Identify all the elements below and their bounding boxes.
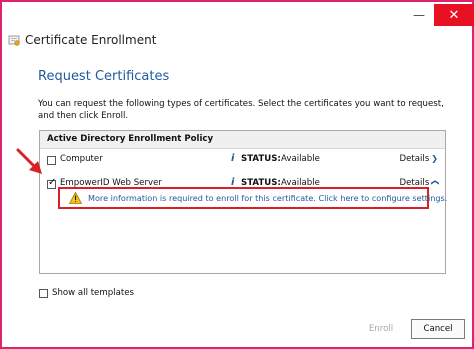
show-all-templates-checkbox[interactable] — [39, 289, 48, 298]
wizard-header: Certificate Enrollment — [8, 33, 156, 47]
enrollment-policy-panel: Active Directory Enrollment Policy Compu… — [39, 130, 447, 274]
details-toggle-computer[interactable]: Details ❯ — [400, 154, 439, 164]
status-label: STATUS: — [241, 154, 281, 164]
configure-settings-link[interactable]: More information is required to enroll f… — [88, 193, 447, 203]
chevron-up-icon: ❯ — [430, 179, 440, 186]
computer-checkbox[interactable] — [47, 156, 56, 165]
certificate-enrollment-window: — ✕ Certificate Enrollment Request Certi… — [0, 0, 474, 349]
enroll-button[interactable]: Enroll — [353, 319, 409, 339]
certificate-row-computer[interactable]: Computer i STATUS: Available Details ❯ — [40, 153, 445, 168]
minimize-icon: — — [413, 8, 425, 22]
close-button[interactable]: ✕ — [434, 4, 474, 26]
window-controls: — ✕ — [404, 4, 474, 26]
title-bar: — ✕ — [4, 4, 474, 30]
arrow-icon — [16, 148, 42, 174]
section-title: Request Certificates — [38, 69, 170, 84]
warning-icon — [69, 192, 82, 204]
certificate-icon — [8, 35, 20, 46]
show-all-templates-label: Show all templates — [52, 288, 134, 298]
close-icon: ✕ — [448, 7, 460, 23]
configure-settings-warning[interactable]: More information is required to enroll f… — [58, 187, 447, 209]
details-label: Details — [399, 154, 430, 164]
chevron-down-icon: ❯ — [431, 154, 438, 163]
window-title: Certificate Enrollment — [25, 33, 157, 47]
cancel-button[interactable]: Cancel — [411, 319, 465, 339]
checkmark-icon: ✓ — [48, 177, 57, 188]
minimize-button[interactable]: — — [404, 4, 434, 26]
intro-text: You can request the following types of c… — [38, 99, 444, 121]
status-value: Available — [281, 154, 320, 164]
info-icon: i — [231, 153, 235, 164]
policy-header: Active Directory Enrollment Policy — [40, 131, 445, 149]
certificate-name: Computer — [60, 154, 103, 164]
empowerid-checkbox[interactable]: ✓ — [47, 177, 57, 189]
